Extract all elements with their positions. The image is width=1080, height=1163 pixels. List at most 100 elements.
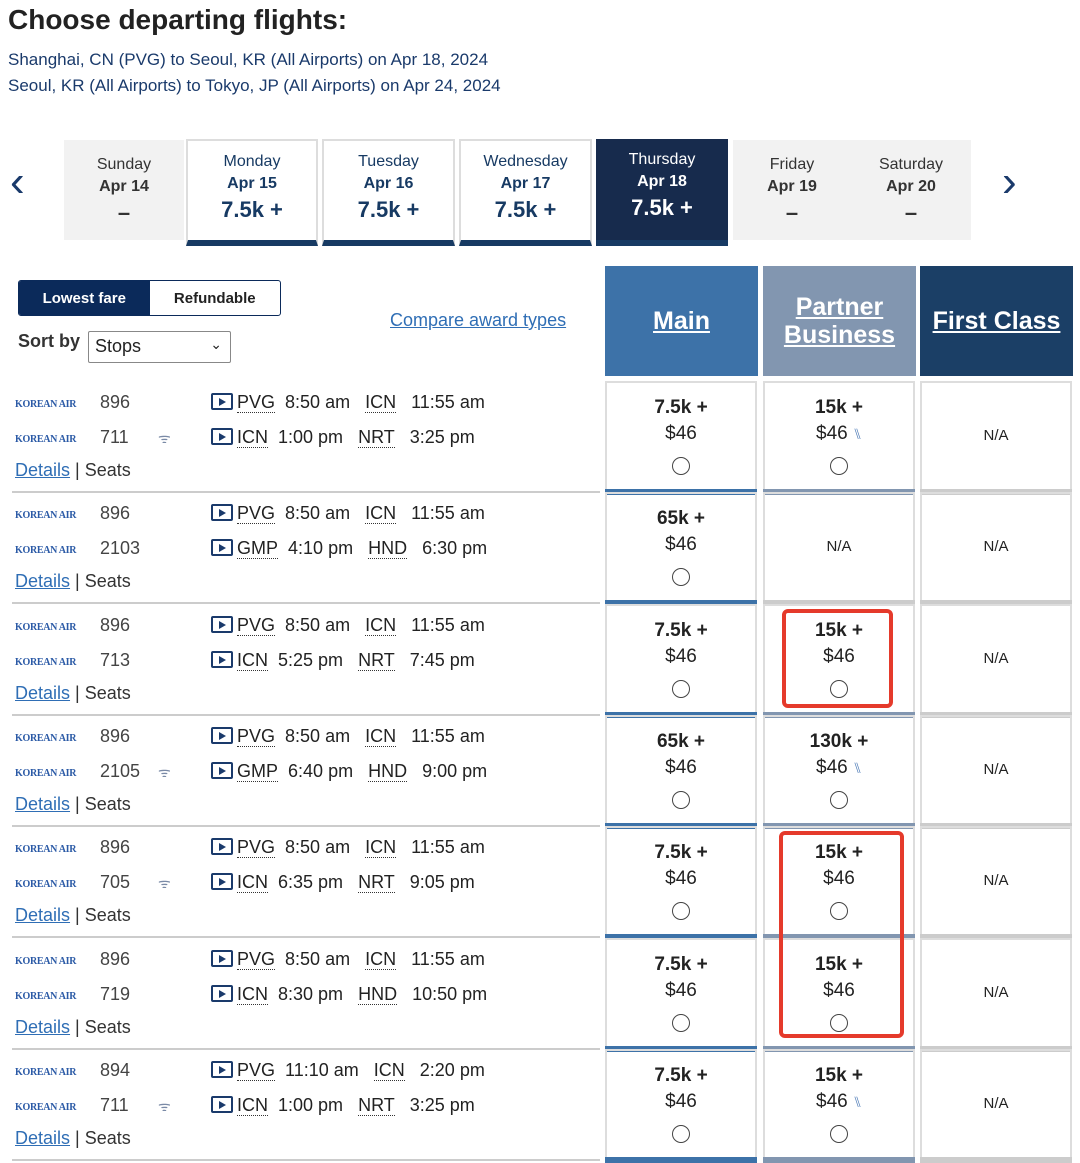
prev-week-arrow-icon[interactable]: ‹	[10, 160, 25, 204]
origin-airport[interactable]: ICN	[237, 983, 268, 1005]
origin-airport[interactable]: PVG	[237, 614, 276, 636]
destination-airport[interactable]: NRT	[358, 427, 395, 448]
fare-cell-partner-business[interactable]: 15k + $46 ⑊	[763, 381, 915, 495]
column-main[interactable]: Main	[605, 266, 758, 376]
details-link[interactable]: Details	[15, 905, 70, 925]
date-tab-friday[interactable]: Friday Apr 19 –	[733, 140, 851, 240]
fare-cell-main[interactable]: 7.5k + $46	[605, 381, 757, 495]
compare-award-types-link[interactable]: Compare award types	[390, 310, 566, 331]
fare-cell-partner-business[interactable]: 15k + $46 ⑊	[763, 1048, 915, 1163]
seats-link[interactable]: Seats	[85, 794, 131, 814]
fare-radio[interactable]	[830, 457, 848, 475]
destination-airport[interactable]: ICN	[365, 503, 397, 525]
fare-radio[interactable]	[672, 1124, 690, 1143]
destination-airport[interactable]: NRT	[358, 872, 395, 894]
fare-cell-main[interactable]: 7.5k + $46	[605, 1048, 757, 1163]
details-link[interactable]: Details	[15, 794, 70, 814]
destination-airport[interactable]: ICN	[365, 725, 397, 747]
fare-cell-main[interactable]: 7.5k + $46	[605, 937, 757, 1052]
origin-airport[interactable]: ICN	[237, 872, 268, 894]
wifi-icon: ᯤ	[158, 1097, 171, 1114]
preview-play-icon[interactable]	[211, 984, 233, 1002]
date-tab-monday[interactable]: Monday Apr 15 7.5k +	[186, 139, 318, 246]
destination-airport[interactable]: HND	[368, 538, 408, 560]
destination-airport[interactable]: ICN	[365, 837, 397, 859]
preview-play-icon[interactable]	[211, 393, 233, 410]
destination-airport[interactable]: ICN	[365, 392, 397, 413]
seats-link[interactable]: Seats	[85, 1128, 131, 1148]
preview-play-icon[interactable]	[211, 1095, 233, 1113]
origin-airport[interactable]: ICN	[237, 1094, 268, 1116]
fare-fee: $46	[665, 423, 697, 444]
preview-play-icon[interactable]	[211, 726, 233, 744]
date-tab-tuesday[interactable]: Tuesday Apr 16 7.5k +	[322, 139, 455, 246]
origin-airport[interactable]: PVG	[237, 948, 276, 970]
date-tab-wednesday[interactable]: Wednesday Apr 17 7.5k +	[459, 139, 592, 246]
fare-cell-partner-business[interactable]: 130k + $46 ⑊	[763, 714, 915, 829]
fare-cell-main[interactable]: 7.5k + $46	[605, 826, 757, 941]
destination-airport[interactable]: NRT	[358, 649, 395, 671]
origin-airport[interactable]: GMP	[237, 538, 279, 560]
preview-play-icon[interactable]	[211, 949, 233, 967]
next-week-arrow-icon[interactable]: ›	[1002, 160, 1017, 204]
fare-radio[interactable]	[672, 457, 690, 475]
seats-link[interactable]: Seats	[85, 683, 131, 703]
details-link[interactable]: Details	[15, 1128, 70, 1148]
preview-play-icon[interactable]	[211, 539, 233, 557]
lowest-fare-button[interactable]: Lowest fare	[19, 281, 150, 315]
fare-points: 7.5k +	[654, 842, 708, 864]
details-link[interactable]: Details	[15, 460, 70, 480]
refundable-button[interactable]: Refundable	[150, 281, 281, 315]
sort-select[interactable]: Stops ⌄	[88, 331, 231, 363]
seats-link[interactable]: Seats	[85, 1017, 131, 1037]
preview-play-icon[interactable]	[211, 650, 233, 668]
preview-play-icon[interactable]	[211, 761, 233, 779]
fare-radio[interactable]	[672, 790, 690, 809]
origin-airport[interactable]: PVG	[237, 1059, 276, 1081]
route-1: Shanghai, CN (PVG) to Seoul, KR (All Air…	[8, 50, 489, 69]
preview-play-icon[interactable]	[211, 504, 233, 522]
seats-link[interactable]: Seats	[85, 905, 131, 925]
details-link[interactable]: Details	[15, 1017, 70, 1037]
preview-play-icon[interactable]	[211, 873, 233, 891]
arrival-time: 3:25 pm	[409, 427, 475, 447]
flight-segment: ICN 1:00 pm NRT 3:25 pm	[211, 427, 475, 448]
fare-radio[interactable]	[672, 679, 690, 698]
fare-radio[interactable]	[672, 1013, 690, 1032]
seats-link[interactable]: Seats	[85, 460, 131, 480]
fare-radio[interactable]	[830, 790, 848, 809]
arrival-time: 7:45 pm	[409, 649, 475, 670]
destination-airport[interactable]: NRT	[358, 1094, 395, 1116]
flight-row: KOREAN AIR 896 PVG 8:50 am ICN 11:55 am K…	[0, 603, 1080, 718]
fare-cell-main[interactable]: 7.5k + $46	[605, 603, 757, 718]
preview-play-icon[interactable]	[211, 428, 233, 445]
preview-play-icon[interactable]	[211, 1060, 233, 1078]
destination-airport[interactable]: HND	[358, 983, 398, 1005]
preview-play-icon[interactable]	[211, 838, 233, 856]
origin-airport[interactable]: PVG	[237, 837, 276, 859]
fare-cell-main[interactable]: 65k + $46	[605, 714, 757, 829]
fare-radio[interactable]	[672, 568, 690, 587]
origin-airport[interactable]: PVG	[237, 503, 276, 525]
destination-airport[interactable]: ICN	[365, 948, 397, 970]
details-link[interactable]: Details	[15, 683, 70, 703]
date-tab-thursday[interactable]: Thursday Apr 18 7.5k +	[596, 139, 728, 246]
fare-cell-main[interactable]: 65k + $46	[605, 492, 757, 607]
fare-radio[interactable]	[672, 902, 690, 921]
destination-airport[interactable]: ICN	[373, 1059, 405, 1081]
preview-play-icon[interactable]	[211, 615, 233, 633]
origin-airport[interactable]: PVG	[237, 725, 276, 747]
date-tab-sunday[interactable]: Sunday Apr 14 –	[64, 140, 184, 240]
destination-airport[interactable]: HND	[368, 760, 408, 782]
column-partner-business[interactable]: Partner Business	[763, 266, 916, 376]
date-tab-saturday[interactable]: Saturday Apr 20 –	[851, 140, 971, 240]
origin-airport[interactable]: ICN	[237, 649, 268, 671]
column-first-class[interactable]: First Class	[920, 266, 1073, 376]
details-link[interactable]: Details	[15, 571, 70, 591]
fare-radio[interactable]	[830, 1124, 848, 1143]
destination-airport[interactable]: ICN	[365, 614, 397, 636]
origin-airport[interactable]: ICN	[237, 427, 268, 448]
origin-airport[interactable]: GMP	[237, 760, 279, 782]
seats-link[interactable]: Seats	[85, 571, 131, 591]
origin-airport[interactable]: PVG	[237, 392, 276, 413]
